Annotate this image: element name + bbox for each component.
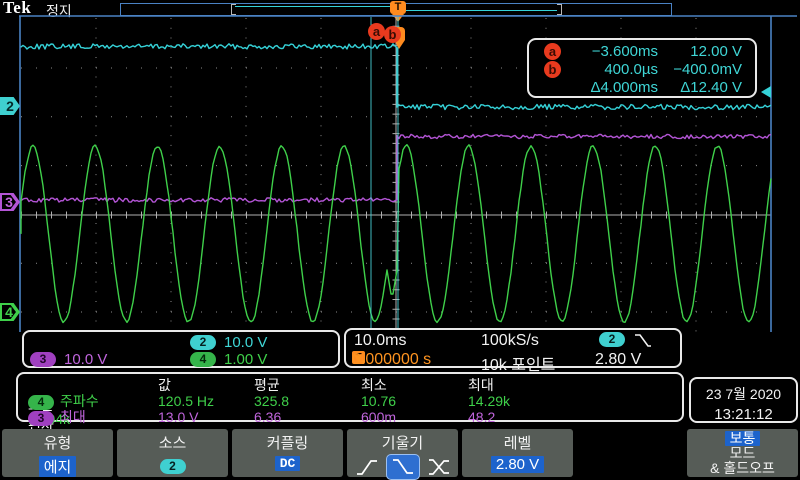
type-value: 에지 <box>39 456 77 477</box>
trigger-level-arrow-icon[interactable] <box>761 86 771 98</box>
ch3-badge: 3 <box>30 352 56 367</box>
ch4-scale: 1.00 V <box>224 351 267 368</box>
oscilloscope-screen: Tek 정지 T a b 2 3 4 a −3.600ms 12.00 V b … <box>0 0 800 480</box>
slope-falling-icon <box>391 457 415 477</box>
slope-falling-selected[interactable] <box>386 454 420 480</box>
ch4-badge: 4 <box>190 352 216 367</box>
level-value: 2.80 V <box>491 456 544 473</box>
cursor-b-badge: b <box>544 61 561 78</box>
cursor-b-time: 400.0µs <box>561 61 658 78</box>
source-channel-badge: 2 <box>160 459 186 474</box>
menu-button-slope[interactable]: 기울기 <box>347 429 458 477</box>
timebase: 10.0ms <box>354 332 406 350</box>
trigger-slope-falling-icon <box>634 333 652 348</box>
cursor-a-badge: a <box>544 43 561 60</box>
cursor-b-voltage: −400.0mV <box>658 61 755 78</box>
coupling-value: DC <box>275 456 301 471</box>
sample-rate: 100kS/s <box>481 332 539 350</box>
horizontal-trigger-readout: 10.0ms 100kS/s 2 T→▼0.000000 s 10k 포인트 2… <box>344 328 682 368</box>
menu-button-trigger-mode[interactable]: 보통 모드 & 홀드오프 <box>687 429 798 477</box>
time-label: 13:21:12 <box>691 406 796 423</box>
cursor-readout-box: a −3.600ms 12.00 V b 400.0µs −400.0mV Δ4… <box>527 38 757 98</box>
datetime-box: 23 7월 2020 13:21:12 <box>689 377 798 423</box>
cursor-delta-time: Δ4.000ms <box>561 79 658 96</box>
trigger-level-readout: 2.80 V <box>595 351 641 369</box>
channel-scale-readout: 2 10.0 V 3 10.0 V 4 1.00 V <box>22 330 340 368</box>
ch2-scale: 10.0 V <box>224 334 267 351</box>
menu-button-type[interactable]: 유형 에지 <box>2 429 113 477</box>
cursor-a-handle[interactable]: a <box>368 23 385 40</box>
measurement-row-ch4: 4 주파수 120.5 Hz 325.8 10.76 14.29k 1.704k <box>28 391 682 407</box>
menu-button-source[interactable]: 소스 2 <box>117 429 228 477</box>
measurement-row-ch3: 3 최대 13.0 V 6.36 600m 48.2 7.13 <box>28 407 682 423</box>
slope-either-icon[interactable] <box>427 457 451 477</box>
measurement-table: 값 평균 최소 최대 표준편차 4 주파수 120.5 Hz 325.8 10.… <box>16 372 684 422</box>
menu-button-level[interactable]: 레벨 2.80 V <box>462 429 573 477</box>
trigger-source-badge: 2 <box>599 332 625 347</box>
cursor-a-time: −3.600ms <box>561 43 658 60</box>
date-label: 23 7월 2020 <box>691 384 796 404</box>
cursor-delta-voltage: Δ12.40 V <box>658 79 755 96</box>
cursor-a-voltage: 12.00 V <box>658 43 755 60</box>
slope-rising-icon[interactable] <box>355 457 379 477</box>
menu-button-coupling[interactable]: 커플링 DC <box>232 429 343 477</box>
ch3-scale: 10.0 V <box>64 351 107 368</box>
cursor-b-handle[interactable]: b <box>384 26 401 43</box>
measurement-header-row: 값 평균 최소 최대 표준편차 <box>28 375 682 391</box>
ch2-badge: 2 <box>190 335 216 350</box>
mode-normal-value: 보통 <box>725 431 761 446</box>
